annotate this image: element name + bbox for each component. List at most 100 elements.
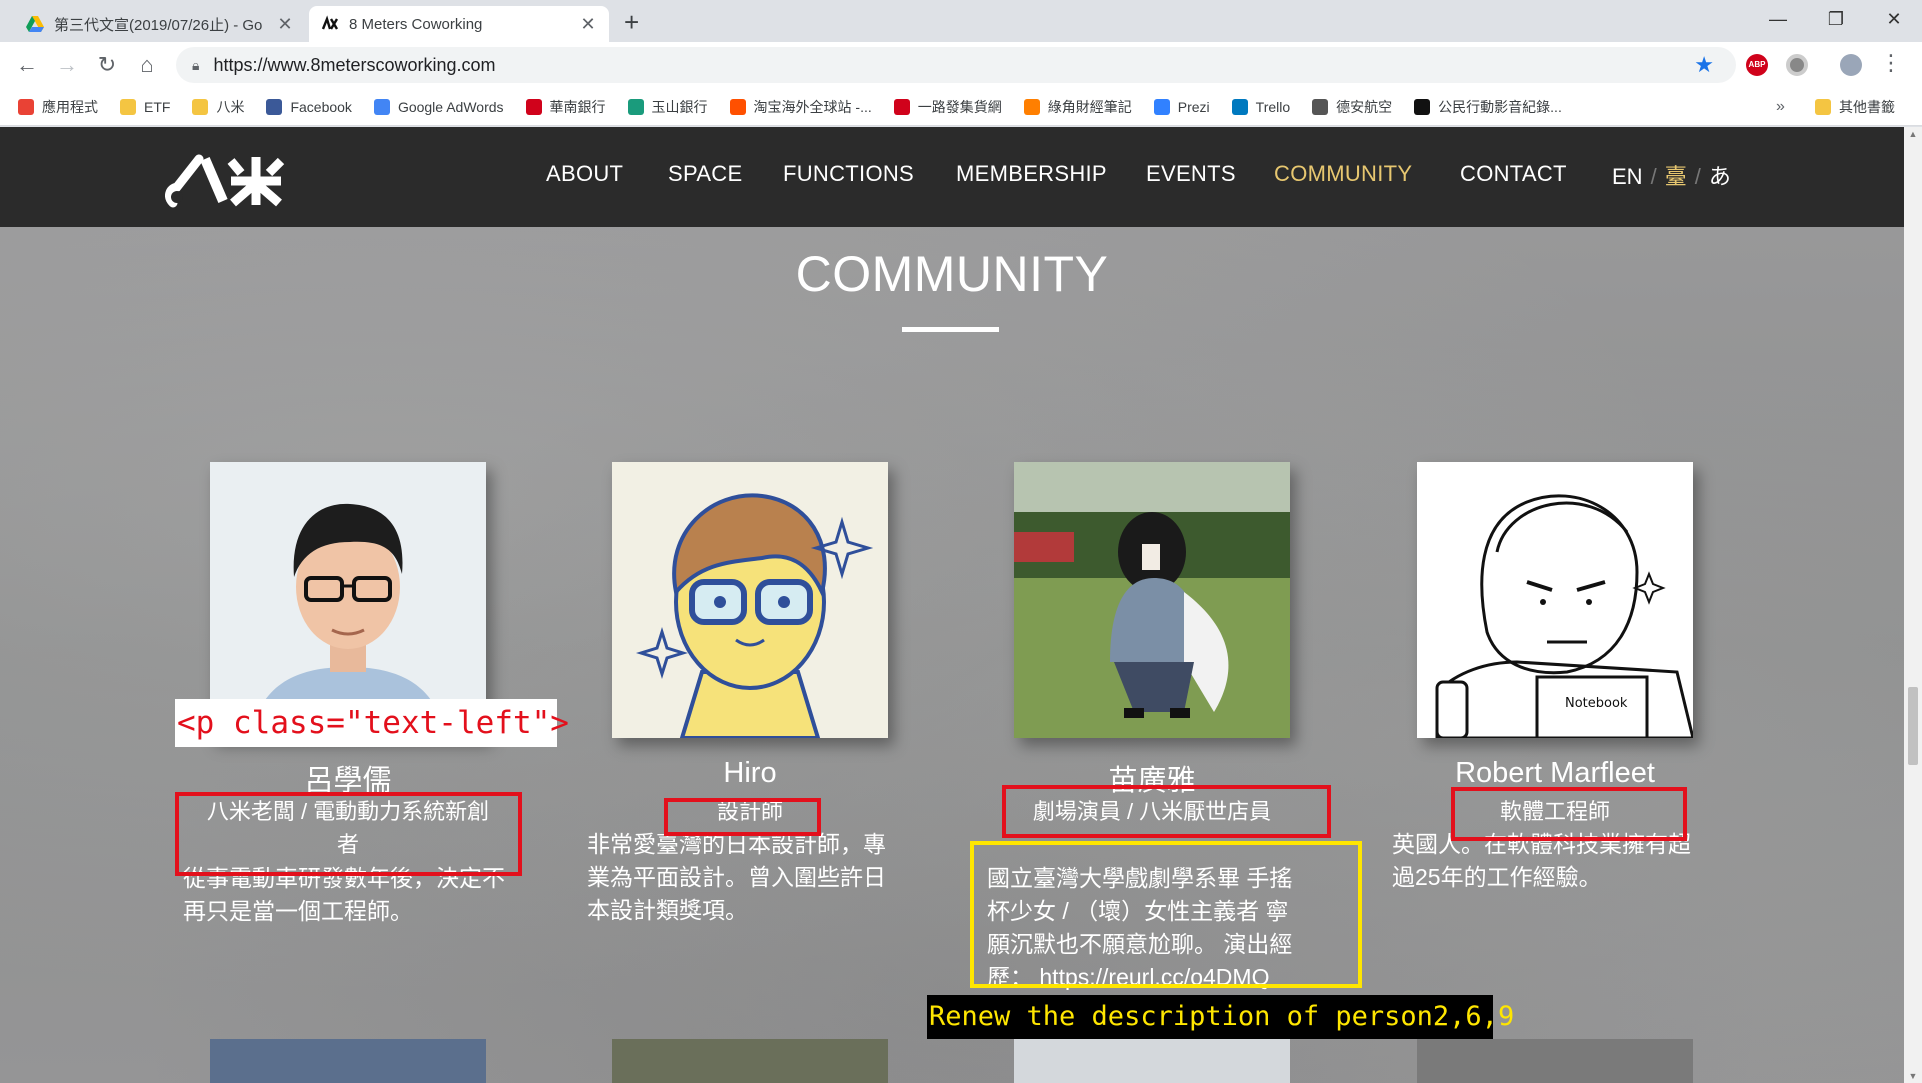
bookmark-label: Facebook — [290, 98, 352, 115]
bookmark-item[interactable]: ETF — [120, 98, 171, 115]
url-text[interactable]: https://www.8meterscoworking.com — [213, 55, 495, 76]
member-illustration-image — [612, 462, 888, 738]
maximize-button[interactable]: ❐ — [1808, 4, 1864, 34]
home-icon[interactable]: ⌂ — [132, 50, 162, 80]
title-underline — [902, 327, 999, 332]
bookmark-label: 德安航空 — [1336, 98, 1393, 115]
member-description: 非常愛臺灣的日本設計師，專業為平面設計。曾入圍些許日本設計類獎項。 — [587, 831, 886, 923]
nav-about[interactable]: ABOUT — [546, 161, 623, 187]
bookmark-label: Trello — [1255, 98, 1291, 115]
8meters-favicon-icon — [321, 15, 339, 30]
scroll-up-arrow-icon[interactable]: ▲ — [1904, 129, 1922, 139]
bookmark-label: ETF — [144, 98, 171, 115]
scroll-down-arrow-icon[interactable]: ▼ — [1904, 1071, 1922, 1081]
bookmark-label: 玉山銀行 — [651, 98, 708, 115]
tab-8meters[interactable]: 8 Meters Coworking ✕ — [309, 6, 609, 42]
reload-icon[interactable]: ↻ — [92, 50, 122, 80]
google-drive-icon — [26, 16, 44, 32]
civil-icon — [1414, 98, 1431, 115]
member-photo — [210, 462, 486, 738]
new-tab-button[interactable]: + — [624, 6, 639, 38]
bookmark-item[interactable]: 玉山銀行 — [627, 97, 708, 117]
bookmark-item[interactable]: 八米 — [192, 97, 244, 117]
minimize-button[interactable]: — — [1750, 4, 1806, 34]
bookmarks-overflow-button[interactable]: » — [1776, 98, 1785, 116]
member-photo — [1014, 1039, 1290, 1083]
nav-functions[interactable]: FUNCTIONS — [783, 161, 914, 187]
bank-icon — [627, 98, 644, 115]
globe-icon — [1312, 98, 1329, 115]
nav-space[interactable]: SPACE — [668, 161, 742, 187]
tab-google-drive[interactable]: 第三代文宣(2019/07/26止) - Go ✕ — [14, 6, 306, 42]
nav-membership[interactable]: MEMBERSHIP — [956, 161, 1107, 187]
red-annotation-box — [1002, 785, 1331, 838]
adblock-icon[interactable]: ABP — [1746, 54, 1768, 76]
bookmark-label: 八米 — [216, 98, 245, 115]
bookmark-item[interactable]: 德安航空 — [1312, 97, 1392, 117]
close-window-button[interactable]: ✕ — [1866, 4, 1922, 34]
nav-contact[interactable]: CONTACT — [1460, 161, 1567, 187]
bookmark-item[interactable]: 華南銀行 — [525, 97, 606, 117]
apps-grid-icon — [18, 98, 34, 115]
kebab-menu-icon[interactable]: ⋮ — [1880, 50, 1902, 75]
adwords-icon — [373, 98, 390, 115]
code-annotation-label: <p class="text-left"> — [175, 699, 569, 747]
back-arrow-icon[interactable]: ← — [12, 50, 42, 80]
tab-close-icon[interactable]: ✕ — [579, 14, 597, 35]
bookmark-label: 一路發集貨網 — [917, 98, 1002, 115]
member-sketch-image: Notebook — [1417, 462, 1693, 738]
language-switcher: EN / 臺 / あ — [1612, 159, 1731, 191]
scroll-thumb[interactable] — [1908, 687, 1918, 765]
bookmark-item[interactable]: Google AdWords — [373, 98, 504, 115]
lang-separator: / — [1694, 164, 1701, 189]
bookmark-item[interactable]: 公民行動影音紀錄... — [1414, 97, 1562, 117]
other-bookmarks-folder[interactable]: 其他書籤 — [1815, 97, 1895, 117]
bookmark-label: 應用程式 — [42, 98, 98, 115]
member-portrait-image — [210, 462, 486, 738]
lang-tw[interactable]: 臺 — [1665, 164, 1687, 189]
bookmark-item[interactable]: 淘宝海外全球站 -... — [729, 97, 872, 117]
bookmark-item[interactable]: 一路發集貨網 — [893, 97, 1002, 117]
bookmark-item[interactable]: 應用程式 — [18, 97, 98, 117]
instruction-note-label: Renew the description of person2,6,9 — [927, 995, 1514, 1039]
shipping-icon — [893, 98, 910, 115]
member-photo — [210, 1039, 486, 1083]
svg-text:Notebook: Notebook — [1565, 696, 1628, 711]
extension-icon[interactable] — [1786, 54, 1808, 76]
lock-icon: 🔒︎ — [192, 56, 200, 73]
folder-icon — [192, 98, 209, 115]
member-name: Robert Marfleet — [1455, 757, 1655, 789]
member-name: Hiro — [723, 757, 777, 789]
nav-events[interactable]: EVENTS — [1146, 161, 1236, 187]
facebook-icon — [266, 98, 283, 115]
bookmark-item[interactable]: 綠角財經筆記 — [1023, 97, 1132, 117]
nav-community[interactable]: COMMUNITY — [1274, 161, 1412, 187]
tab-close-icon[interactable]: ✕ — [276, 14, 294, 35]
page-scrollbar[interactable]: ▲ ▼ — [1904, 127, 1922, 1083]
trello-icon — [1231, 98, 1248, 115]
bookmark-label: 其他書籤 — [1839, 98, 1895, 115]
member-photo — [612, 462, 888, 738]
8meters-logo[interactable] — [165, 151, 285, 209]
lang-ja[interactable]: あ — [1709, 164, 1731, 189]
address-bar[interactable]: 🔒︎ https://www.8meterscoworking.com ★ — [176, 47, 1736, 83]
bookmark-item[interactable]: Prezi — [1153, 98, 1210, 115]
bank-icon — [525, 98, 542, 115]
site-navbar: ABOUT SPACE FUNCTIONS MEMBERSHIP EVENTS COMMU… — [0, 127, 1904, 227]
bookmarks-bar: 應用程式 ETF 八米 Facebook Google AdWords 華南銀行 玉山銀行 淘… — [0, 88, 1922, 126]
tab-strip: 第三代文宣(2019/07/26止) - Go ✕ 8 Meters Cowor… — [0, 0, 1922, 42]
lang-separator: / — [1650, 164, 1657, 189]
red-annotation-box — [664, 798, 821, 836]
folder-icon — [120, 98, 136, 115]
member-photo — [612, 1039, 888, 1083]
lang-en[interactable]: EN — [1612, 164, 1643, 189]
prezi-icon — [1153, 98, 1170, 115]
tab-title: 第三代文宣(2019/07/26止) - Go — [54, 16, 263, 34]
forward-arrow-icon[interactable]: → — [52, 50, 82, 80]
bookmark-star-icon[interactable]: ★ — [1694, 52, 1714, 78]
web-viewport: ABOUT SPACE FUNCTIONS MEMBERSHIP EVENTS COMMU… — [0, 127, 1904, 1083]
profile-avatar[interactable] — [1840, 54, 1862, 76]
bookmark-item[interactable]: Facebook — [266, 98, 352, 115]
bookmark-item[interactable]: Trello — [1231, 98, 1291, 115]
member-photo-image — [1014, 462, 1290, 738]
